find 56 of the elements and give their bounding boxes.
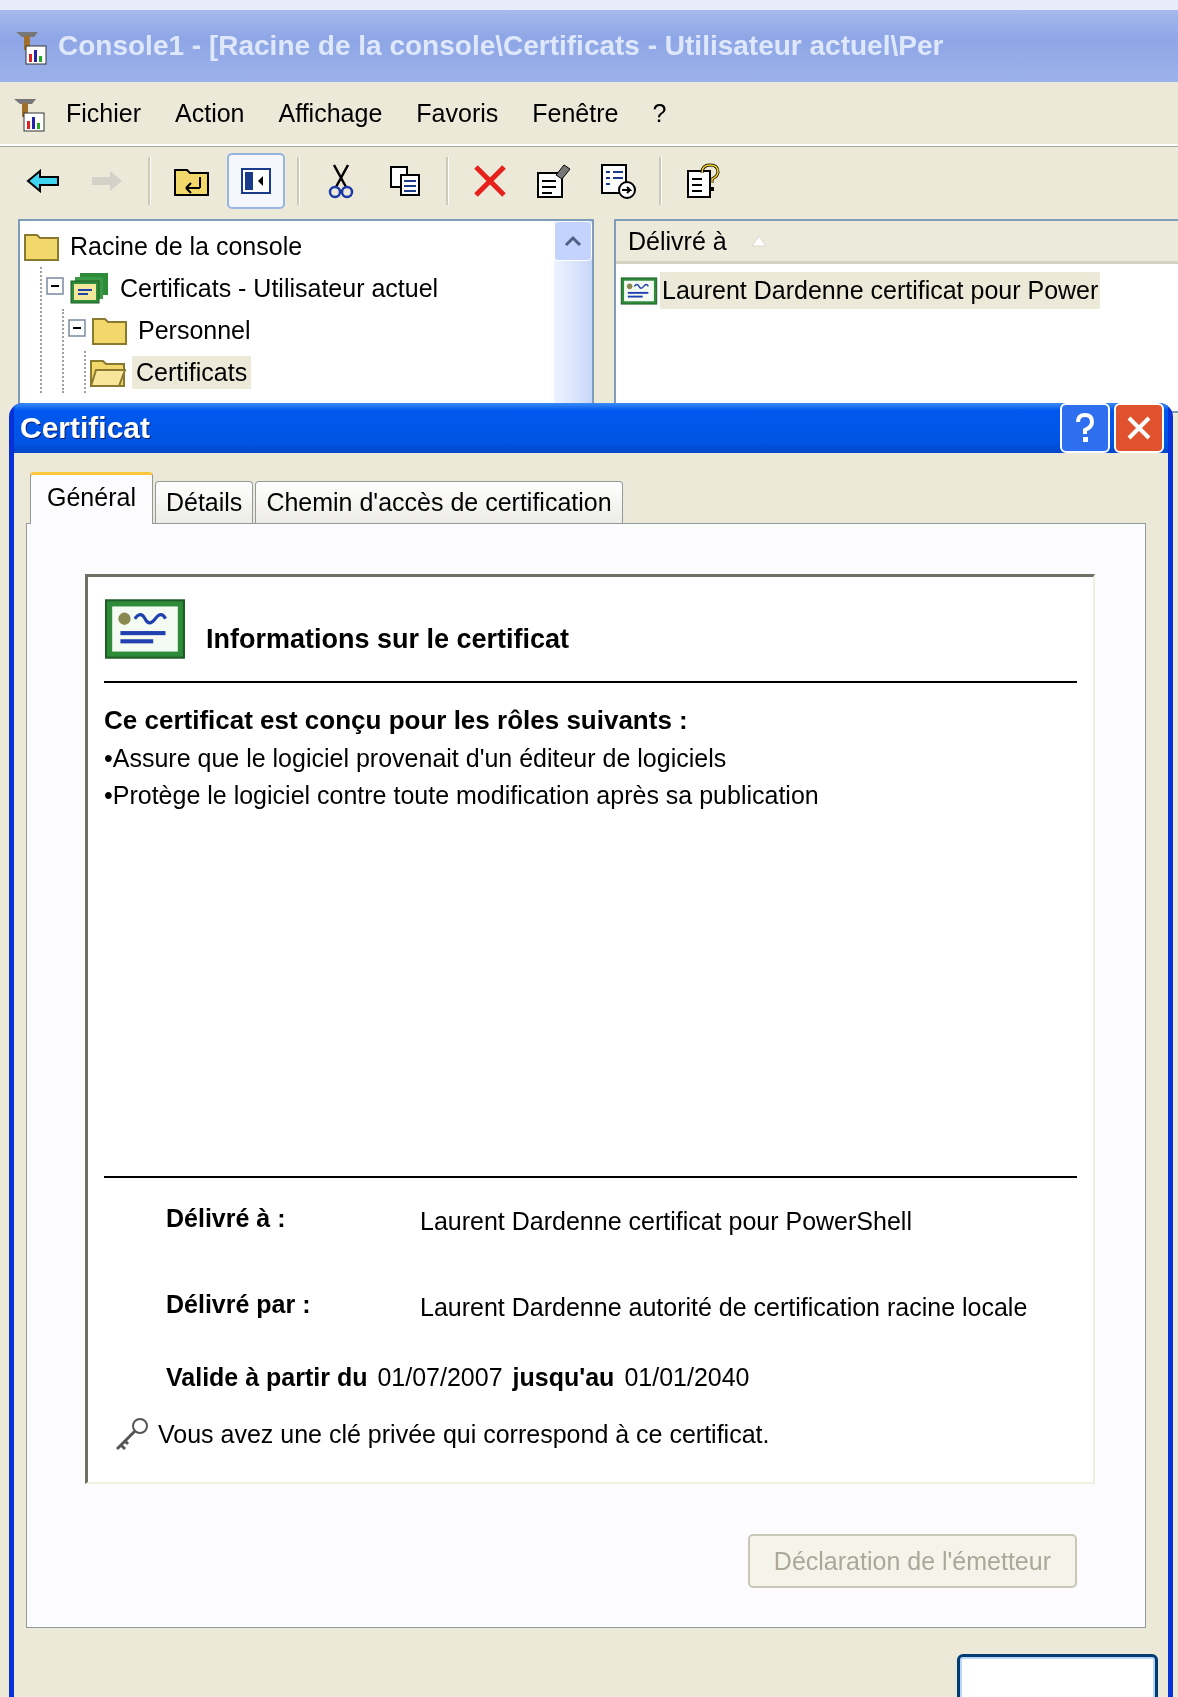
purpose-item: •Assure que le logiciel provenait d'un éditeur de logiciels: [104, 744, 728, 773]
toolbar-button[interactable]: [227, 153, 285, 209]
tree-item[interactable]: Certificats - Utilisateur actuel: [116, 271, 443, 305]
dialog-title: Certificat: [20, 411, 151, 445]
field-value: 01/01/2040: [624, 1362, 750, 1393]
window-title: Console1 - [Racine de la console\Certificats - Utilisateur actuel\Per: [58, 30, 944, 62]
help-icon: [686, 163, 720, 199]
copy-icon: [389, 165, 421, 197]
show-tree-icon: [241, 168, 271, 194]
sort-arrow-icon: [750, 235, 767, 247]
open-folder-icon: [90, 357, 126, 387]
folder-icon: [24, 231, 60, 261]
menu-item[interactable]: Action: [161, 94, 259, 132]
collapse-icon[interactable]: [68, 319, 86, 337]
tab[interactable]: Détails: [154, 481, 254, 523]
column-title[interactable]: Délivré à: [628, 226, 727, 256]
tab[interactable]: Chemin d'accès de certification: [255, 481, 623, 523]
close-button[interactable]: [1114, 403, 1164, 453]
field-label: jusqu'au: [512, 1363, 615, 1392]
section-title: Informations sur le certificat: [206, 622, 570, 655]
field-value: Laurent Dardenne autorité de certification racine locale: [420, 1292, 1029, 1323]
menu-item[interactable]: ?: [638, 94, 681, 132]
collapse-icon[interactable]: [46, 277, 64, 295]
menu-item[interactable]: Affichage: [264, 94, 397, 132]
list-item[interactable]: Laurent Dardenne certificat pour Power: [660, 272, 1101, 309]
field-value: 01/07/2007: [377, 1362, 503, 1393]
menu-item[interactable]: Favoris: [402, 94, 513, 132]
properties-icon: [536, 163, 572, 199]
help-button[interactable]: [1060, 403, 1110, 453]
field-label: Valide à partir du: [166, 1363, 368, 1392]
delete-icon: [473, 164, 507, 198]
tree-item[interactable]: Personnel: [134, 313, 255, 347]
certificate-stack-icon: [70, 272, 110, 304]
field-label: Délivré à :: [166, 1204, 287, 1234]
column-header[interactable]: Délivré à: [616, 221, 1178, 264]
private-key-note: Vous avez une clé privée qui correspond à ce certificat.: [158, 1419, 770, 1449]
folder-up-icon: [174, 166, 210, 196]
forward-arrow-icon: [90, 169, 124, 193]
tab[interactable]: Général: [30, 472, 153, 524]
menu-item[interactable]: Fenêtre: [518, 94, 633, 132]
purposes-heading: Ce certificat est conçu pour les rôles suivants :: [104, 705, 689, 736]
purpose-item: •Protège le logiciel contre toute modification après sa publication: [104, 781, 820, 810]
close-icon: [1126, 415, 1152, 441]
certificate-icon: [104, 597, 186, 661]
scissors-icon: [328, 163, 354, 199]
field-value: Laurent Dardenne certificat pour PowerShell: [420, 1206, 913, 1237]
menu-item[interactable]: Fichier: [52, 94, 155, 132]
scroll-up-icon[interactable]: [564, 235, 582, 247]
export-list-icon: [600, 163, 636, 199]
folder-icon: [92, 315, 128, 345]
field-label: Délivré par :: [166, 1290, 312, 1320]
back-arrow-icon: [26, 169, 60, 193]
tree-item[interactable]: Certificats: [132, 355, 252, 389]
tree-item[interactable]: Racine de la console: [66, 229, 307, 263]
question-mark-icon: [1075, 413, 1095, 443]
certificate-icon: [620, 276, 658, 305]
